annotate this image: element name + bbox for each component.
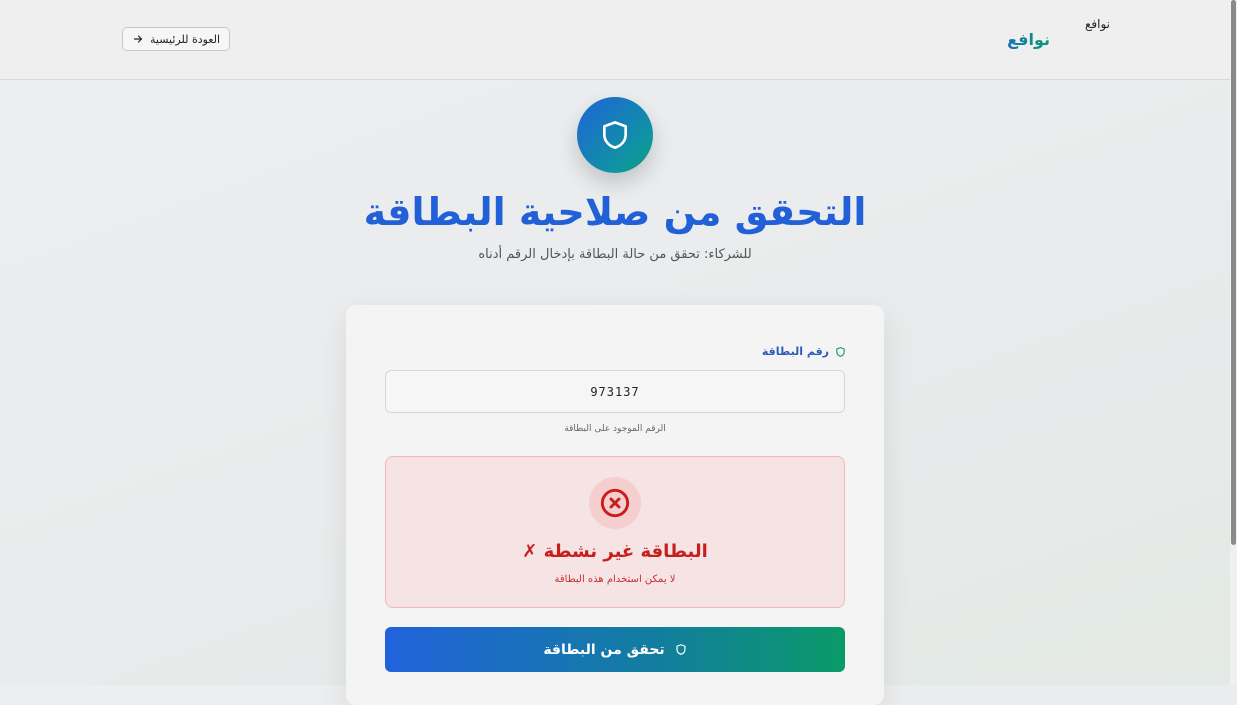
top-header: العودة للرئيسية نوافع نوافع [0, 0, 1230, 80]
shield-icon [676, 644, 686, 655]
shield-icon [836, 346, 845, 357]
card-number-input[interactable] [385, 370, 845, 413]
shield-badge [577, 97, 653, 173]
status-title: البطاقة غير نشطة ✗ [522, 541, 708, 562]
card-number-label: رقم البطاقة [762, 345, 846, 358]
back-home-label: العودة للرئيسية [149, 32, 221, 46]
page-title: التحقق من صلاحية البطاقة [363, 190, 867, 234]
logo-text[interactable]: نوافع [990, 30, 1050, 49]
logo-image[interactable]: نوافع [1060, 17, 1110, 31]
page-subtitle: للشركاء: تحقق من حالة البطاقة بإدخال الر… [478, 247, 752, 262]
x-circle-icon [600, 488, 630, 518]
status-message: لا يمكن استخدام هذه البطاقة [554, 574, 676, 585]
page-scrollbar[interactable] [1230, 0, 1237, 685]
scrollbar-thumb[interactable] [1231, 0, 1236, 545]
shield-icon [603, 121, 627, 149]
verification-card: رقم البطاقة الرقم الموجود على البطاقة ال… [346, 305, 884, 705]
arrow-right-icon [133, 35, 143, 43]
card-number-label-text: رقم البطاقة [761, 345, 829, 358]
verify-card-button[interactable]: تحقق من البطاقة [385, 627, 845, 672]
card-number-hint: الرقم الموجود على البطاقة [564, 424, 666, 434]
back-home-button[interactable]: العودة للرئيسية [122, 27, 230, 51]
error-icon-wrap [589, 477, 641, 529]
status-alert: البطاقة غير نشطة ✗ لا يمكن استخدام هذه ا… [385, 456, 845, 608]
verify-card-label: تحقق من البطاقة [543, 641, 665, 658]
